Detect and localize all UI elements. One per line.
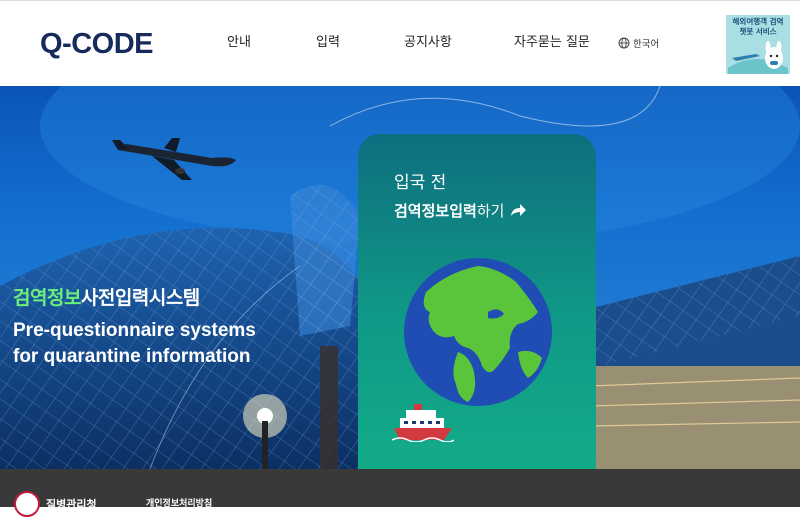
hero-title-accent: 검역정보 <box>13 287 81 309</box>
language-label: 한국어 <box>633 39 660 50</box>
nav-item-faq[interactable]: 자주묻는 질문 <box>514 34 590 52</box>
nav-item-notice[interactable]: 공지사항 <box>404 34 452 52</box>
hero-subtitle-line2: for quarantine information <box>13 346 251 367</box>
nav-item-input[interactable]: 입력 <box>316 34 340 52</box>
globe-icon <box>618 37 630 49</box>
chatbot-banner[interactable]: 해외여행객 검역 챗봇 서비스 <box>726 15 790 74</box>
privacy-policy-link[interactable]: 개인정보처리방침 <box>146 496 212 509</box>
card-line1: 입국 전 <box>394 173 447 193</box>
airplane-icon <box>112 138 236 180</box>
card-line2: 검역정보입력하기 <box>394 200 527 222</box>
header: Q-CODE 안내 입력 공지사항 자주묻는 질문 한국어 해외여행객 검역 챗… <box>0 0 800 86</box>
arrow-icon <box>511 204 527 216</box>
footer-org-logo: 질병관리청 <box>14 491 97 517</box>
chatbot-mascot-icon <box>728 41 788 74</box>
nav-item-guide[interactable]: 안내 <box>227 34 251 52</box>
earth-globe-icon <box>404 258 552 406</box>
language-selector[interactable]: 한국어 <box>618 36 659 50</box>
hero-subtitle-line1: Pre-questionnaire systems <box>13 320 256 341</box>
ship-icon <box>392 404 454 442</box>
quarantine-input-card[interactable]: 입국 전 검역정보입력하기 <box>358 134 596 469</box>
site-logo[interactable]: Q-CODE <box>40 28 154 60</box>
org-emblem-icon <box>14 491 40 517</box>
card-line2-rest: 하기 <box>476 202 505 220</box>
hero-subtitle: Pre-questionnaire systems for quarantine… <box>13 318 256 370</box>
hero-title-rest: 사전입력시스템 <box>80 287 200 309</box>
chatbot-banner-line2: 챗봇 서비스 <box>739 27 777 36</box>
footer: 질병관리청 개인정보처리방침 <box>0 469 800 517</box>
hero-title: 검역정보사전입력시스템 <box>13 286 200 310</box>
chatbot-banner-line1: 해외여행객 검역 <box>732 17 784 26</box>
footer-org-name: 질병관리청 <box>46 498 97 511</box>
card-line2-bold: 검역정보입력 <box>394 202 477 220</box>
